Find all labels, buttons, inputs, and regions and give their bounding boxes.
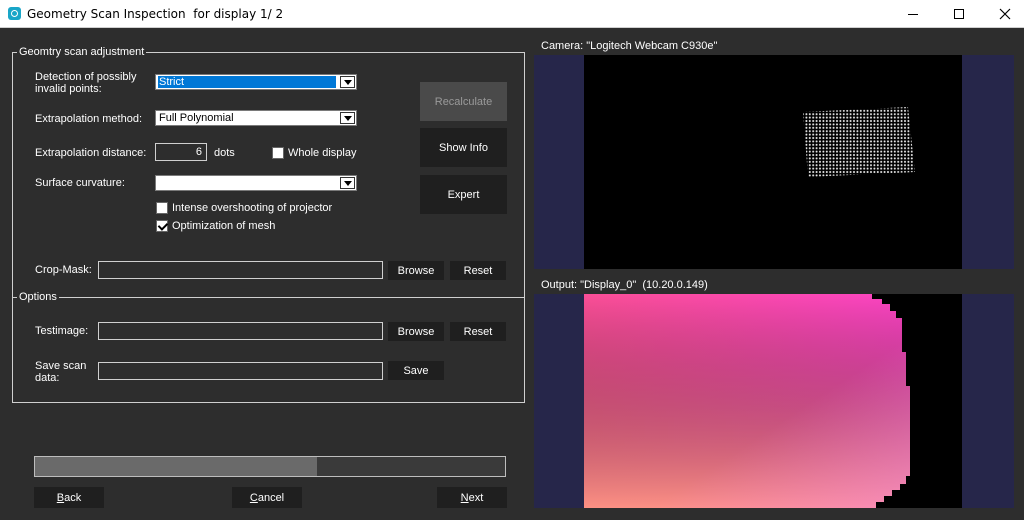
detection-combobox[interactable]: Strict (155, 74, 357, 90)
optimization-checkbox[interactable]: Optimization of mesh (156, 219, 275, 232)
next-label: ext (468, 491, 484, 504)
whole-display-checkbox[interactable]: Whole display (272, 146, 356, 159)
adjustment-legend: Geomtry scan adjustment (17, 46, 147, 58)
save-scan-label: Save scan data: (35, 360, 87, 384)
extrapolation-distance-field[interactable]: 6 (155, 143, 207, 161)
chevron-down-icon[interactable] (340, 112, 355, 124)
cancel-label: ancel (257, 491, 285, 504)
minimize-button[interactable] (890, 0, 936, 28)
save-scan-field[interactable] (98, 362, 383, 380)
optimization-label: Optimization of mesh (172, 219, 276, 232)
surface-curvature-combobox[interactable] (155, 175, 357, 191)
extrapolation-method-value: Full Polynomial (159, 112, 234, 124)
testimage-field[interactable] (98, 322, 383, 340)
app-icon (8, 7, 21, 20)
detection-value: Strict (158, 76, 336, 88)
output-view (584, 294, 962, 508)
testimage-reset-button[interactable]: Reset (450, 322, 506, 341)
output-gradient-image (584, 294, 910, 508)
whole-display-label: Whole display (288, 146, 357, 159)
close-icon (999, 8, 1011, 20)
progress-fill (35, 457, 317, 476)
back-mnemonic: B (56, 491, 65, 504)
camera-panel (534, 55, 1014, 269)
show-info-button[interactable]: Show Info (420, 128, 507, 167)
surface-curvature-value (158, 177, 336, 189)
testimage-browse-button[interactable]: Browse (388, 322, 444, 341)
output-title: Output: "Display_0" (10.20.0.149) (541, 279, 708, 291)
save-button[interactable]: Save (388, 361, 444, 380)
cancel-button[interactable]: Cancel (232, 487, 302, 508)
detection-label: Detection of possibly invalid points: (35, 71, 137, 95)
output-panel (534, 294, 1014, 508)
expert-button[interactable]: Expert (420, 175, 507, 214)
crop-mask-label: Crop-Mask: (35, 264, 92, 276)
next-mnemonic: N (460, 491, 469, 504)
intense-overshooting-box[interactable] (156, 201, 168, 214)
progress-bar (34, 456, 506, 477)
back-button[interactable]: Back (34, 487, 104, 508)
extrapolation-method-label: Extrapolation method: (35, 113, 143, 125)
crop-mask-browse-button[interactable]: Browse (388, 261, 444, 280)
next-button[interactable]: Next (437, 487, 507, 508)
camera-title: Camera: "Logitech Webcam C930e" (541, 40, 718, 52)
cancel-mnemonic: C (249, 491, 258, 504)
chevron-down-icon[interactable] (340, 76, 355, 88)
extrapolation-distance-unit: dots (214, 147, 235, 159)
maximize-button[interactable] (936, 0, 982, 28)
maximize-icon (954, 9, 964, 19)
back-label: ack (64, 491, 82, 504)
chevron-down-icon[interactable] (340, 177, 355, 189)
crop-mask-field[interactable] (98, 261, 383, 279)
surface-curvature-label: Surface curvature: (35, 177, 125, 189)
options-legend: Options (17, 291, 59, 303)
minimize-icon (908, 13, 918, 15)
recalculate-button[interactable]: Recalculate (420, 82, 507, 121)
testimage-label: Testimage: (35, 325, 89, 337)
window-title: Geometry Scan Inspection for display 1/ … (27, 7, 284, 21)
scan-points-image (803, 107, 915, 177)
title-bar: Geometry Scan Inspection for display 1/ … (0, 0, 1024, 28)
crop-mask-reset-button[interactable]: Reset (450, 261, 506, 280)
options-group (12, 297, 525, 403)
intense-overshooting-label: Intense overshooting of projector (172, 201, 333, 214)
whole-display-box[interactable] (272, 146, 284, 159)
extrapolation-method-combobox[interactable]: Full Polynomial (155, 110, 357, 126)
extrapolation-distance-label: Extrapolation distance: (35, 147, 147, 159)
camera-view (584, 55, 962, 269)
intense-overshooting-checkbox[interactable]: Intense overshooting of projector (156, 201, 332, 214)
close-button[interactable] (982, 0, 1024, 28)
checkmark-icon[interactable] (156, 219, 168, 232)
